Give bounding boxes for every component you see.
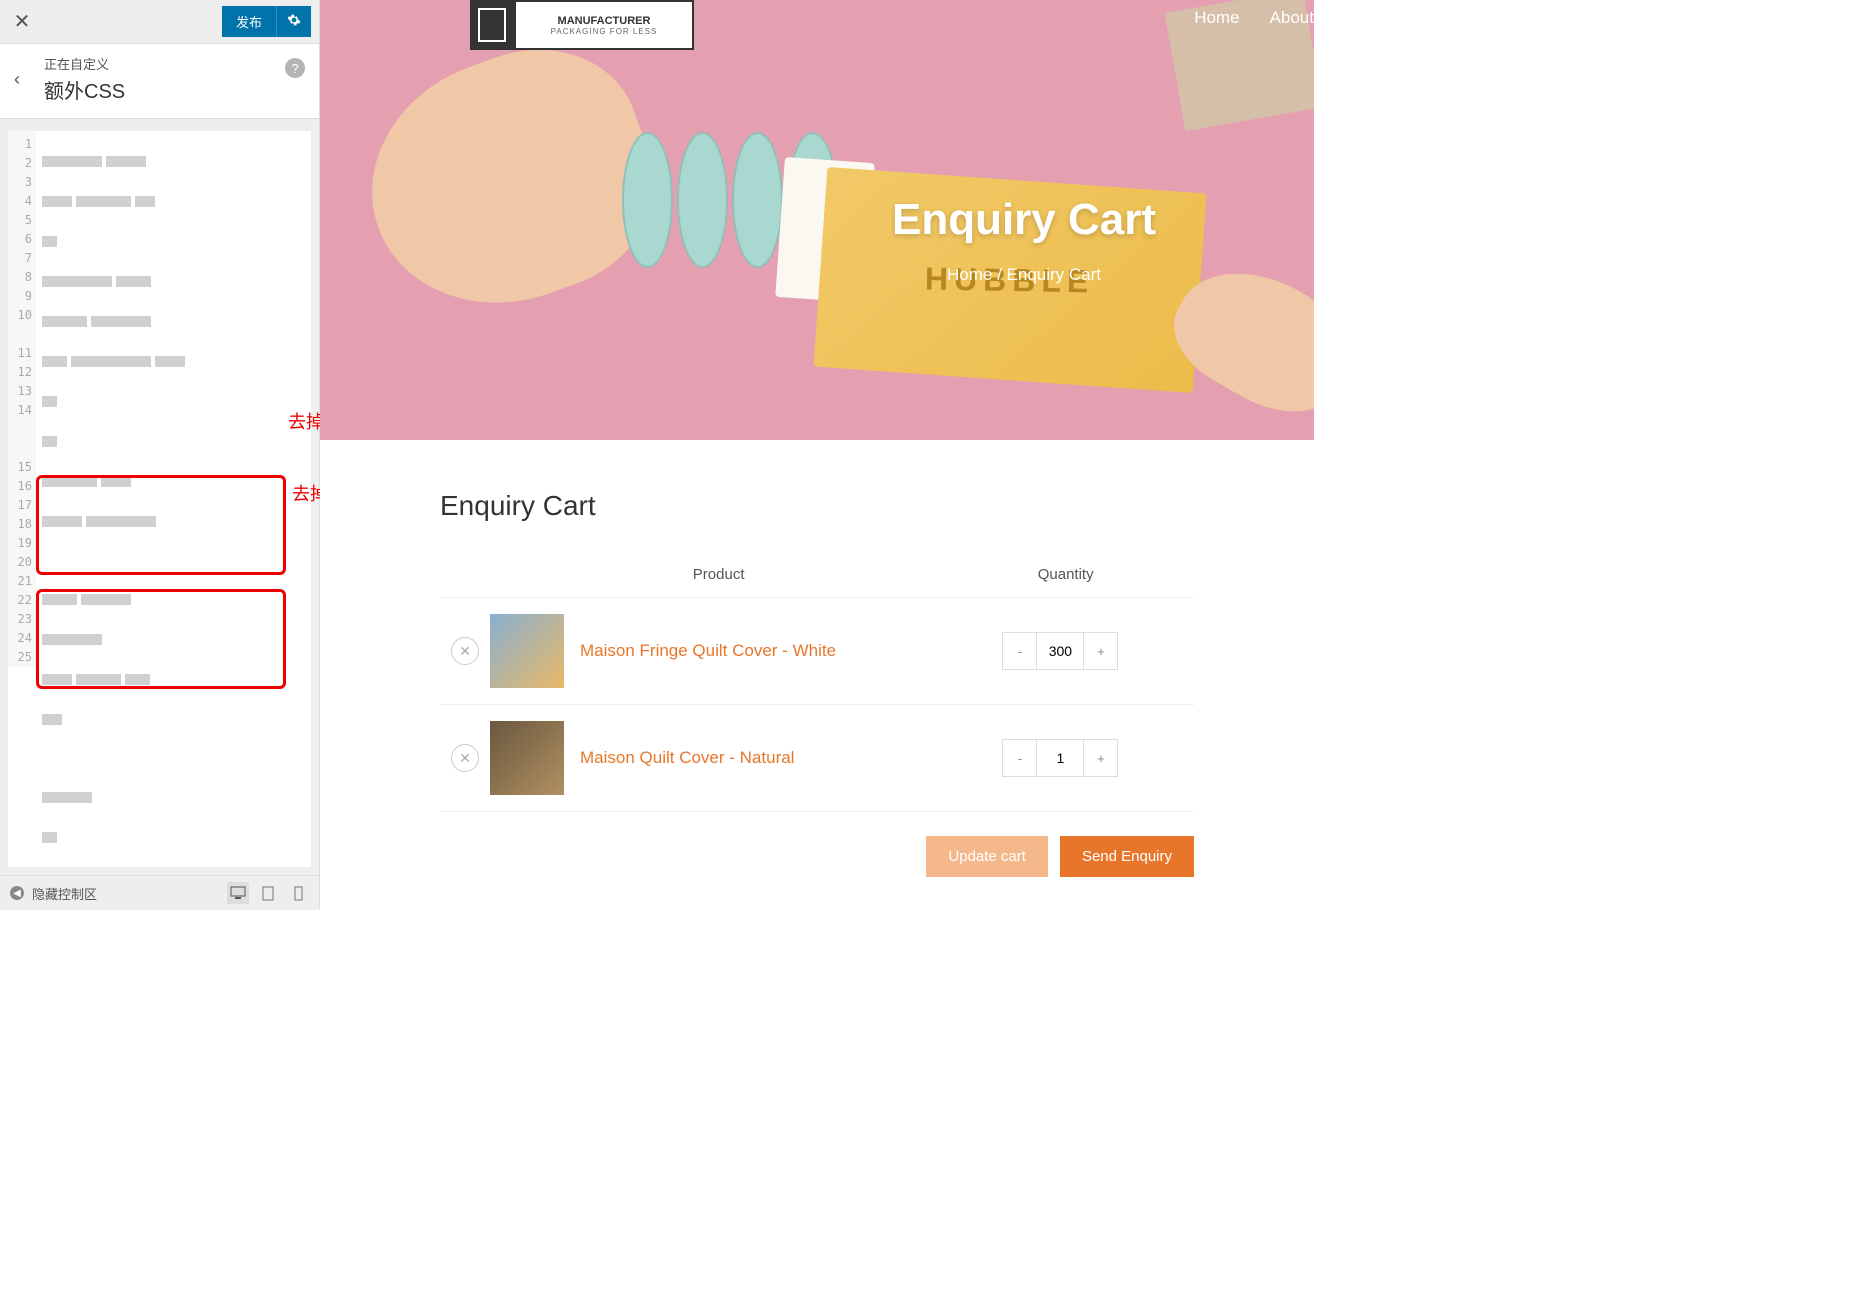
publish-button[interactable]: 发布: [222, 6, 276, 37]
qty-minus-button[interactable]: -: [1003, 633, 1037, 669]
close-button[interactable]: ✕: [8, 8, 36, 36]
product-thumbnail[interactable]: [490, 721, 564, 795]
site-logo[interactable]: MANUFACTURER PACKAGING FOR LESS: [514, 0, 694, 50]
qty-plus-button[interactable]: +: [1083, 633, 1117, 669]
breadcrumb-current: Enquiry Cart: [1007, 265, 1101, 284]
hide-controls-label[interactable]: 隐藏控制区: [32, 884, 219, 903]
site-preview: HUBBLE MANUFACTURER PACKAGING FOR LESS H…: [320, 0, 1314, 910]
page-title: Enquiry Cart: [824, 195, 1224, 245]
update-cart-button[interactable]: Update cart: [926, 836, 1048, 877]
hero-section: HUBBLE MANUFACTURER PACKAGING FOR LESS H…: [320, 0, 1314, 440]
col-quantity: Quantity: [937, 566, 1194, 583]
product-thumbnail[interactable]: [490, 614, 564, 688]
table-row: ✕ Maison Quilt Cover - Natural - +: [440, 705, 1194, 812]
send-enquiry-button[interactable]: Send Enquiry: [1060, 836, 1194, 877]
customizer-sidebar: ✕ 发布 ‹ 正在自定义 额外CSS ? 1234567891011121314…: [0, 0, 320, 910]
content-heading: Enquiry Cart: [440, 490, 1194, 522]
line-gutter: 1234567891011121314151617181920212223242…: [8, 131, 36, 667]
col-product: Product: [500, 566, 937, 583]
remove-button[interactable]: ✕: [451, 744, 479, 772]
section-title: 额外CSS: [44, 75, 305, 104]
tablet-preview-button[interactable]: [257, 882, 279, 904]
remove-button[interactable]: ✕: [451, 637, 479, 665]
breadcrumb: Home / Enquiry Cart: [824, 265, 1224, 285]
publish-settings-button[interactable]: [276, 6, 311, 37]
table-row: ✕ Maison Fringe Quilt Cover - White - +: [440, 598, 1194, 705]
qty-plus-button[interactable]: +: [1083, 740, 1117, 776]
nav-home[interactable]: Home: [1194, 8, 1239, 28]
css-editor[interactable]: 1234567891011121314151617181920212223242…: [8, 131, 311, 867]
desktop-preview-button[interactable]: [227, 882, 249, 904]
back-button[interactable]: ‹: [14, 69, 44, 90]
main-nav: Home About: [1194, 8, 1314, 28]
product-name[interactable]: Maison Quilt Cover - Natural: [580, 748, 927, 768]
product-name[interactable]: Maison Fringe Quilt Cover - White: [580, 641, 927, 661]
help-icon[interactable]: ?: [285, 58, 305, 78]
mobile-preview-button[interactable]: [287, 882, 309, 904]
qty-input[interactable]: [1037, 740, 1083, 776]
cart-table: Product Quantity ✕ Maison Fringe Quilt C…: [440, 552, 1194, 812]
qty-input[interactable]: [1037, 633, 1083, 669]
gear-icon: [287, 13, 301, 27]
code-body[interactable]: .woocommerce table.cart td:nth-of- type(…: [36, 131, 311, 867]
customizing-label: 正在自定义: [44, 54, 305, 73]
nav-about[interactable]: About: [1270, 8, 1314, 28]
breadcrumb-home[interactable]: Home: [947, 265, 992, 284]
qty-minus-button[interactable]: -: [1003, 740, 1037, 776]
collapse-icon[interactable]: ◀: [10, 886, 24, 900]
